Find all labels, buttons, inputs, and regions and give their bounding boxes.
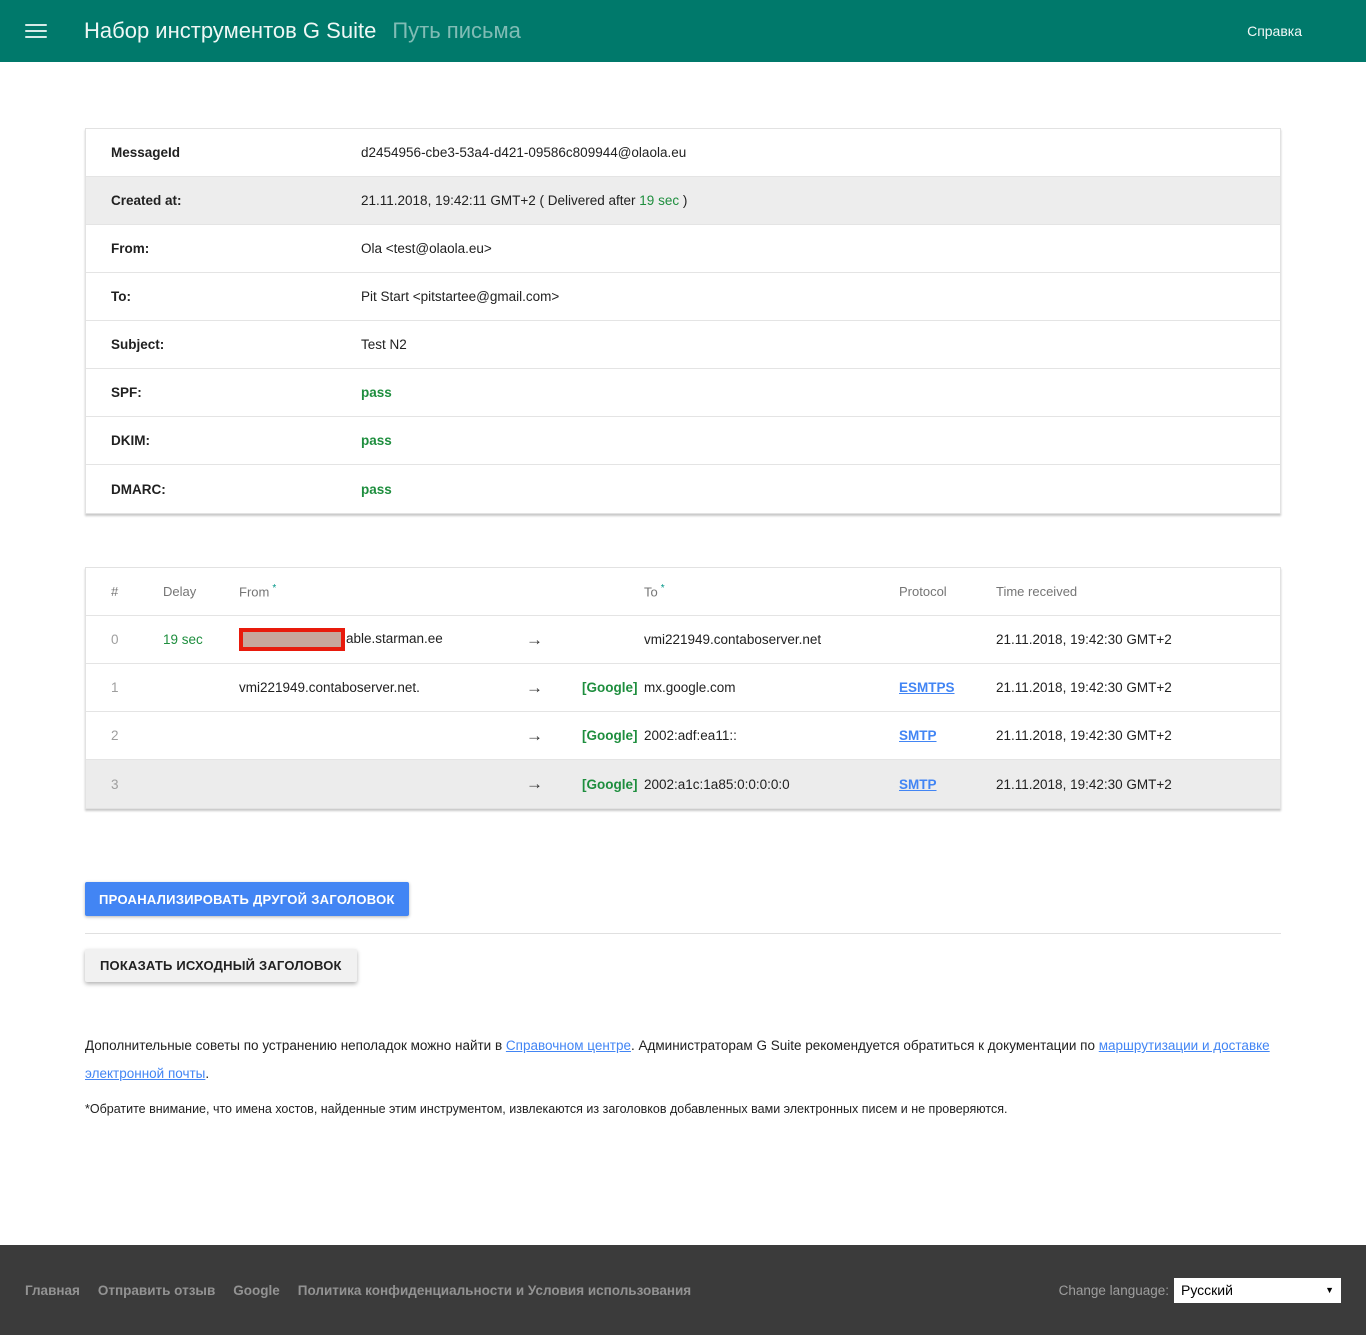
created-at-value: 21.11.2018, 19:42:11 GMT+2 ( Delivered a… [361,193,687,208]
from-row: From: Ola <test@olaola.eu> [86,225,1280,273]
dmarc-row: DMARC: pass [86,465,1280,513]
protocol-link[interactable]: SMTP [899,777,937,792]
hop-delay: 19 sec [163,632,239,647]
google-tag: [Google] [582,777,644,792]
message-info-table: MessageId d2454956-cbe3-53a4-d421-09586c… [85,128,1281,514]
footer-link-privacy-terms[interactable]: Политика конфиденциальности и Условия ис… [298,1283,691,1298]
col-header-time: Time received [996,584,1280,599]
spf-row: SPF: pass [86,369,1280,417]
to-label: To: [111,289,361,304]
hop-num: 1 [111,680,163,695]
col-header-from: From* [239,583,526,599]
change-language-label: Change language: [1059,1283,1169,1298]
page-title: Путь письма [392,18,521,44]
hop-protocol: SMTP [899,728,996,743]
subject-row: Subject: Test N2 [86,321,1280,369]
dkim-row: DKIM: pass [86,417,1280,465]
hop-num: 3 [111,777,163,792]
from-value: Ola <test@olaola.eu> [361,241,492,256]
col-header-delay: Delay [163,584,239,599]
hop-from: able.starman.ee [239,628,526,651]
hamburger-menu-icon[interactable] [25,20,47,42]
google-tag: [Google] [582,728,644,743]
hostnames-disclaimer: *Обратите внимание, что имена хостов, на… [85,1102,1281,1116]
hop-protocol: ESMTPS [899,680,996,695]
footer-link-google[interactable]: Google [233,1283,280,1298]
language-select-wrap: Русский [1174,1278,1341,1303]
analyze-another-header-button[interactable]: ПРОАНАЛИЗИРОВАТЬ ДРУГОЙ ЗАГОЛОВОК [85,882,409,916]
hop-row-1: 1 vmi221949.contaboserver.net. → [Google… [86,664,1280,712]
hop-time: 21.11.2018, 19:42:30 GMT+2 [996,632,1280,647]
hop-protocol: SMTP [899,777,996,792]
arrow-icon: → [526,678,582,698]
hops-header-row: # Delay From* To* Protocol Time received [86,568,1280,616]
arrow-icon: → [526,726,582,746]
col-header-num: # [111,584,163,599]
col-header-protocol: Protocol [899,584,996,599]
message-id-row: MessageId d2454956-cbe3-53a4-d421-09586c… [86,129,1280,177]
hop-to: mx.google.com [644,680,899,695]
google-tag: [Google] [582,680,644,695]
to-row: To: Pit Start <pitstartee@gmail.com> [86,273,1280,321]
subject-value: Test N2 [361,337,407,352]
dmarc-label: DMARC: [111,482,361,497]
main-content: MessageId d2454956-cbe3-53a4-d421-09586c… [85,62,1281,1245]
spf-label: SPF: [111,385,361,400]
hop-to: vmi221949.contaboserver.net [644,632,899,647]
hop-to: 2002:a1c:1a85:0:0:0:0:0 [644,777,899,792]
protocol-link[interactable]: SMTP [899,728,937,743]
message-id-value: d2454956-cbe3-53a4-d421-09586c809944@ola… [361,145,686,160]
hop-row-2: 2 → [Google] 2002:adf:ea11:: SMTP 21.11.… [86,712,1280,760]
dkim-label: DKIM: [111,433,361,448]
hop-num: 0 [111,632,163,647]
hop-time: 21.11.2018, 19:42:30 GMT+2 [996,680,1280,695]
created-at-row: Created at: 21.11.2018, 19:42:11 GMT+2 (… [86,177,1280,225]
troubleshooting-note: Дополнительные советы по устранению непо… [85,1032,1281,1088]
message-id-label: MessageId [111,145,361,160]
dmarc-status: pass [361,482,392,497]
app-title: Набор инструментов G Suite [84,18,376,44]
hop-num: 2 [111,728,163,743]
show-original-header-button[interactable]: ПОКАЗАТЬ ИСХОДНЫЙ ЗАГОЛОВОК [85,949,357,982]
hop-row-0: 0 19 sec able.starman.ee → vmi221949.con… [86,616,1280,664]
hop-to: 2002:adf:ea11:: [644,728,899,743]
help-center-link[interactable]: Справочном центре [506,1038,631,1053]
created-at-label: Created at: [111,193,361,208]
dkim-status: pass [361,433,392,448]
footer-link-home[interactable]: Главная [25,1283,80,1298]
from-label: From: [111,241,361,256]
language-select[interactable]: Русский [1174,1278,1341,1303]
arrow-icon: → [526,774,582,794]
from-footnote-marker: * [272,583,276,594]
col-header-to: To* [644,583,899,599]
hop-row-3: 3 → [Google] 2002:a1c:1a85:0:0:0:0:0 SMT… [86,760,1280,808]
delivered-after-value: 19 sec [639,193,679,208]
help-link[interactable]: Справка [1247,23,1302,39]
app-bar: Набор инструментов G Suite Путь письма С… [0,0,1366,62]
hop-time: 21.11.2018, 19:42:30 GMT+2 [996,777,1280,792]
hops-table: # Delay From* To* Protocol Time received… [85,567,1281,809]
divider [85,933,1281,934]
to-value: Pit Start <pitstartee@gmail.com> [361,289,559,304]
spf-status: pass [361,385,392,400]
subject-label: Subject: [111,337,361,352]
footer: Главная Отправить отзыв Google Политика … [0,1245,1366,1335]
hop-time: 21.11.2018, 19:42:30 GMT+2 [996,728,1280,743]
arrow-icon: → [526,630,582,650]
footer-link-feedback[interactable]: Отправить отзыв [98,1283,215,1298]
protocol-link[interactable]: ESMTPS [899,680,955,695]
to-footnote-marker: * [661,583,665,594]
language-area: Change language: Русский [1059,1278,1341,1303]
hop-from: vmi221949.contaboserver.net. [239,680,526,695]
redacted-host-box [239,628,345,651]
